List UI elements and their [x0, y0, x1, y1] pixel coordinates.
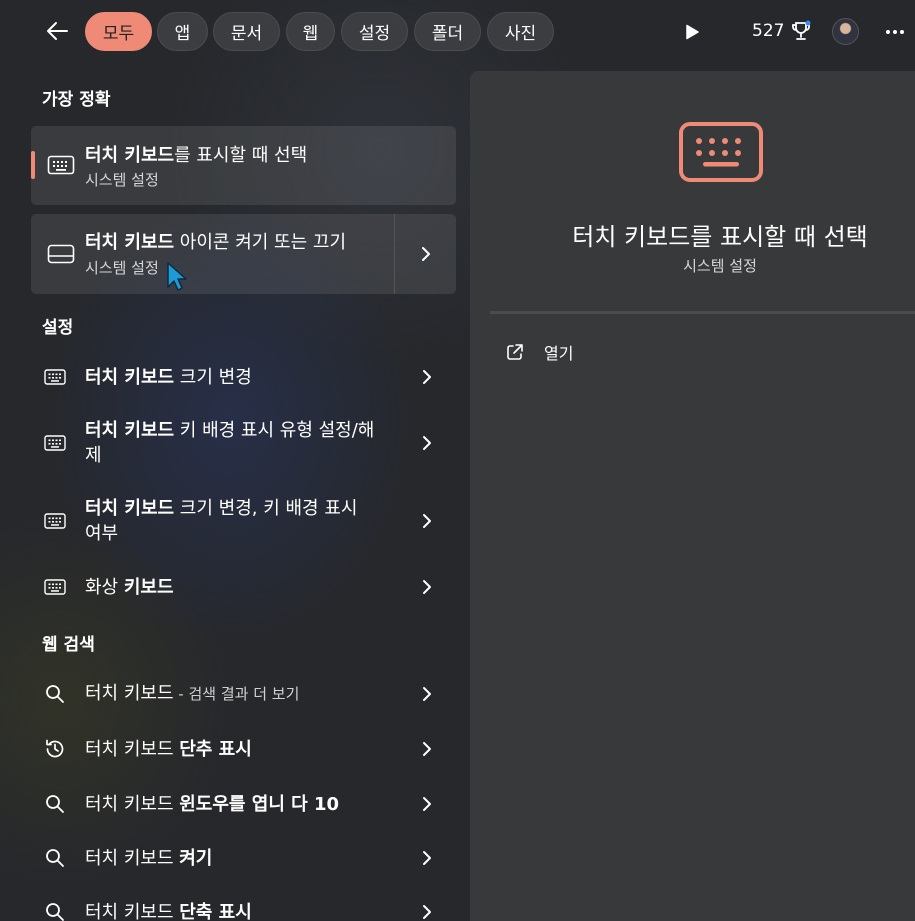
keyboard-icon	[679, 122, 763, 182]
keyboard-icon	[47, 155, 75, 175]
keyboard-icon	[44, 579, 66, 595]
open-label: 열기	[544, 344, 574, 363]
open-external-icon	[507, 344, 523, 360]
filter-folders[interactable]: 폴더	[414, 12, 481, 51]
ellipsis-icon	[886, 30, 904, 34]
settings-item-label: 화상 키보드	[85, 576, 174, 598]
avatar[interactable]	[832, 18, 859, 45]
settings-item-2[interactable]: 터치 키보드 키 배경 표시 유형 설정/해제	[42, 417, 442, 469]
divider	[490, 311, 915, 314]
best-match-subtitle-1: 시스템 설정	[85, 171, 159, 189]
web-search-heading: 웹 검색	[42, 635, 95, 655]
chevron-right-icon	[423, 436, 431, 450]
filter-photos[interactable]: 사진	[487, 12, 554, 51]
filter-apps[interactable]: 앱	[157, 12, 208, 51]
preview-subtitle: 시스템 설정	[683, 257, 757, 275]
chevron-right-icon	[423, 687, 431, 701]
web-item-label: 터치 키보드 단추 표시	[85, 738, 252, 760]
best-match-item-2[interactable]: 터치 키보드 아이콘 켜기 또는 끄기 시스템 설정	[31, 214, 456, 294]
points-value: 527	[752, 21, 785, 41]
keyboard-icon	[44, 513, 66, 529]
best-match-subtitle-2: 시스템 설정	[85, 259, 159, 277]
back-button[interactable]	[40, 14, 74, 48]
web-item-1[interactable]: 터치 키보드 - 검색 결과 더 보기	[42, 680, 442, 708]
filter-settings[interactable]: 설정	[341, 12, 408, 51]
chevron-right-icon	[423, 370, 431, 384]
settings-item-4[interactable]: 화상 키보드	[42, 573, 442, 601]
chevron-right-icon	[423, 797, 431, 811]
chevron-right-icon	[423, 905, 431, 919]
play-icon	[686, 24, 699, 40]
search-icon	[46, 795, 64, 813]
settings-item-3[interactable]: 터치 키보드 크기 변경, 키 배경 표시 여부	[42, 495, 442, 547]
taskbar-icon	[47, 244, 75, 264]
filter-all[interactable]: 모두	[85, 12, 152, 51]
keyboard-icon	[44, 369, 66, 385]
chevron-right-icon	[421, 247, 430, 261]
expand-button[interactable]	[395, 214, 456, 294]
more-options-button[interactable]	[883, 22, 907, 42]
chevron-right-icon	[423, 580, 431, 594]
best-match-heading: 가장 정확	[42, 90, 111, 110]
best-match-title-1: 터치 키보드를 표시할 때 선택	[85, 145, 308, 166]
selection-indicator	[31, 151, 35, 179]
web-item-2[interactable]: 터치 키보드 단추 표시	[42, 735, 442, 763]
rewards-points[interactable]: 527	[752, 20, 812, 42]
search-icon	[46, 849, 64, 867]
filter-bar: 모두 앱 문서 웹 설정 폴더 사진 527	[0, 0, 915, 64]
arrow-left-icon	[47, 22, 68, 40]
web-item-3[interactable]: 터치 키보드 윈도우를 엽니 다 10	[42, 790, 442, 818]
trophy-icon	[792, 20, 811, 40]
web-item-label: 터치 키보드 - 검색 결과 더 보기	[85, 683, 300, 704]
web-item-label: 터치 키보드 윈도우를 엽니 다 10	[85, 793, 340, 815]
history-icon	[46, 739, 64, 758]
chevron-right-icon	[423, 514, 431, 528]
settings-item-label: 터치 키보드 크기 변경	[85, 366, 252, 388]
preview-pane: 터치 키보드를 표시할 때 선택 시스템 설정 열기	[470, 71, 915, 921]
web-item-label: 터치 키보드 단축 표시	[85, 901, 252, 921]
web-item-label: 터치 키보드 켜기	[85, 847, 213, 869]
settings-item-label: 터치 키보드 크기 변경, 키 배경 표시 여부	[85, 498, 358, 544]
filter-web[interactable]: 웹	[286, 12, 335, 51]
open-action[interactable]: 열기	[506, 340, 573, 364]
filter-documents[interactable]: 문서	[213, 12, 280, 51]
web-item-5[interactable]: 터치 키보드 단축 표시	[42, 898, 442, 921]
best-match-title-2: 터치 키보드 아이콘 켜기 또는 끄기	[85, 232, 347, 253]
chevron-right-icon	[423, 851, 431, 865]
settings-heading: 설정	[42, 318, 74, 338]
settings-item-1[interactable]: 터치 키보드 크기 변경	[42, 363, 442, 391]
keyboard-icon	[44, 435, 66, 451]
search-icon	[46, 903, 64, 921]
search-icon	[46, 685, 64, 703]
best-match-item-1[interactable]: 터치 키보드를 표시할 때 선택 시스템 설정	[31, 126, 456, 205]
settings-item-label: 터치 키보드 키 배경 표시 유형 설정/해제	[85, 420, 375, 466]
chevron-right-icon	[423, 742, 431, 756]
play-button[interactable]	[681, 20, 703, 44]
preview-title: 터치 키보드를 표시할 때 선택	[572, 223, 868, 251]
mouse-cursor-icon	[167, 262, 187, 291]
web-item-4[interactable]: 터치 키보드 켜기	[42, 844, 442, 872]
